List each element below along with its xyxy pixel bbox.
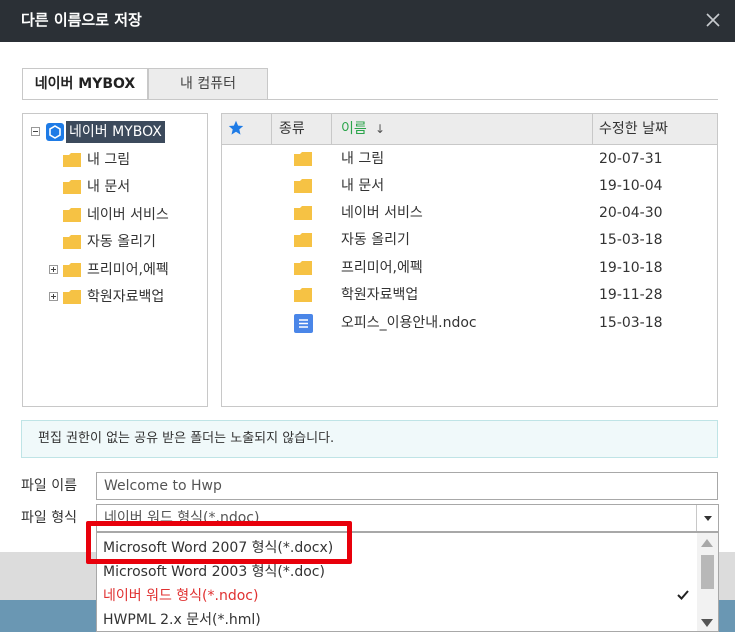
filetype-option-ndoc[interactable]: 네이버 워드 형식(*.ndoc) bbox=[97, 584, 697, 608]
file-row[interactable]: 내 문서 19-10-04 bbox=[222, 173, 717, 200]
folder-icon bbox=[63, 208, 81, 222]
file-date: 15-03-18 bbox=[599, 315, 663, 331]
tree-item-label: 네이버 서비스 bbox=[87, 207, 169, 223]
star-icon[interactable] bbox=[228, 120, 244, 136]
file-row[interactable]: 자동 올리기 15-03-18 bbox=[222, 227, 717, 254]
tree-item[interactable]: 내 그림 bbox=[63, 149, 203, 171]
tree-root-label: 네이버 MYBOX bbox=[66, 121, 165, 143]
folder-icon bbox=[63, 263, 81, 277]
file-list-header: 종류 이름 ↓ 수정한 날짜 bbox=[222, 114, 717, 145]
column-modified[interactable]: 수정한 날짜 bbox=[599, 114, 668, 144]
tree-item-label: 프리미어,에펙 bbox=[87, 262, 169, 278]
document-icon bbox=[294, 314, 313, 333]
folder-icon bbox=[294, 261, 312, 275]
tree-item-label: 내 문서 bbox=[87, 179, 131, 195]
file-name: 내 그림 bbox=[341, 151, 385, 167]
dialog-title: 다른 이름으로 저장 bbox=[21, 11, 142, 29]
mybox-icon bbox=[46, 123, 64, 141]
tree-item[interactable]: 학원자료백업 bbox=[49, 286, 203, 308]
close-icon[interactable] bbox=[701, 8, 725, 32]
folder-icon bbox=[294, 288, 312, 302]
folder-icon bbox=[63, 290, 81, 304]
file-name: 자동 올리기 bbox=[341, 232, 410, 248]
tree-item[interactable]: 자동 올리기 bbox=[63, 231, 203, 253]
folder-icon bbox=[294, 179, 312, 193]
tree-item[interactable]: 네이버 서비스 bbox=[63, 204, 203, 226]
tab-divider bbox=[22, 99, 718, 100]
filename-input[interactable]: Welcome to Hwp bbox=[96, 472, 718, 500]
column-type[interactable]: 종류 bbox=[279, 114, 305, 144]
dropdown-scrollbar[interactable] bbox=[697, 533, 718, 631]
tree-item-label: 내 그림 bbox=[87, 152, 131, 168]
folder-icon bbox=[294, 206, 312, 220]
file-row[interactable]: 내 그림 20-07-31 bbox=[222, 146, 717, 173]
expand-icon[interactable] bbox=[49, 265, 58, 274]
shared-folder-notice: 편집 권한이 없는 공유 받은 폴더는 노출되지 않습니다. bbox=[21, 420, 718, 458]
scroll-down-icon[interactable] bbox=[701, 619, 713, 627]
file-row[interactable]: 네이버 서비스 20-04-30 bbox=[222, 200, 717, 227]
check-icon bbox=[677, 590, 689, 600]
file-name: 학원자료백업 bbox=[341, 287, 419, 303]
sort-desc-icon: ↓ bbox=[375, 122, 386, 136]
file-list: 종류 이름 ↓ 수정한 날짜 내 그림 20-07-31 내 문서 19-10-… bbox=[221, 113, 718, 407]
file-date: 19-10-04 bbox=[599, 178, 663, 194]
file-date: 19-11-28 bbox=[599, 287, 663, 303]
folder-icon bbox=[63, 235, 81, 249]
file-name: 내 문서 bbox=[341, 178, 385, 194]
tab-mybox[interactable]: 네이버 MYBOX bbox=[22, 68, 148, 100]
file-date: 15-03-18 bbox=[599, 232, 663, 248]
filetype-label: 파일 형식 bbox=[21, 510, 77, 526]
file-date: 20-07-31 bbox=[599, 151, 663, 167]
column-name[interactable]: 이름 bbox=[341, 114, 367, 144]
filename-label: 파일 이름 bbox=[21, 478, 77, 494]
column-separator bbox=[331, 114, 332, 144]
file-name: 네이버 서비스 bbox=[341, 205, 423, 221]
tree-item-label: 자동 올리기 bbox=[87, 234, 156, 250]
file-row[interactable]: 오피스_이용안내.ndoc 15-03-18 bbox=[222, 310, 717, 337]
file-name: 오피스_이용안내.ndoc bbox=[341, 315, 477, 331]
scroll-up-icon[interactable] bbox=[701, 539, 713, 547]
expand-icon[interactable] bbox=[49, 292, 58, 301]
file-name: 프리미어,에펙 bbox=[341, 260, 423, 276]
tree-item-label: 학원자료백업 bbox=[87, 289, 165, 305]
filetype-option-hml[interactable]: HWPML 2.x 문서(*.hml) bbox=[97, 608, 697, 631]
folder-icon bbox=[63, 180, 81, 194]
dialog-titlebar: 다른 이름으로 저장 bbox=[0, 0, 735, 42]
scrollbar-thumb[interactable] bbox=[701, 555, 714, 589]
folder-icon bbox=[63, 153, 81, 167]
dropdown-button[interactable] bbox=[696, 505, 718, 531]
file-date: 20-04-30 bbox=[599, 205, 663, 221]
file-row[interactable]: 학원자료백업 19-11-28 bbox=[222, 282, 717, 309]
filetype-option-label: 네이버 워드 형식(*.ndoc) bbox=[103, 588, 259, 604]
tree-root[interactable]: 네이버 MYBOX bbox=[29, 121, 205, 143]
chevron-down-icon bbox=[704, 516, 712, 521]
collapse-icon[interactable] bbox=[31, 127, 40, 136]
column-separator bbox=[271, 114, 272, 144]
tree-item[interactable]: 프리미어,에펙 bbox=[49, 259, 203, 281]
tab-my-computer[interactable]: 내 컴퓨터 bbox=[148, 68, 268, 100]
folder-tree: 네이버 MYBOX 내 그림 내 문서 네이버 서비스 자동 올리기 프리미어,… bbox=[22, 113, 208, 407]
folder-icon bbox=[294, 152, 312, 166]
file-row[interactable]: 프리미어,에펙 19-10-18 bbox=[222, 255, 717, 282]
file-date: 19-10-18 bbox=[599, 260, 663, 276]
tree-item[interactable]: 내 문서 bbox=[63, 176, 203, 198]
folder-icon bbox=[294, 233, 312, 247]
highlight-box bbox=[86, 521, 352, 564]
column-separator bbox=[592, 114, 593, 144]
